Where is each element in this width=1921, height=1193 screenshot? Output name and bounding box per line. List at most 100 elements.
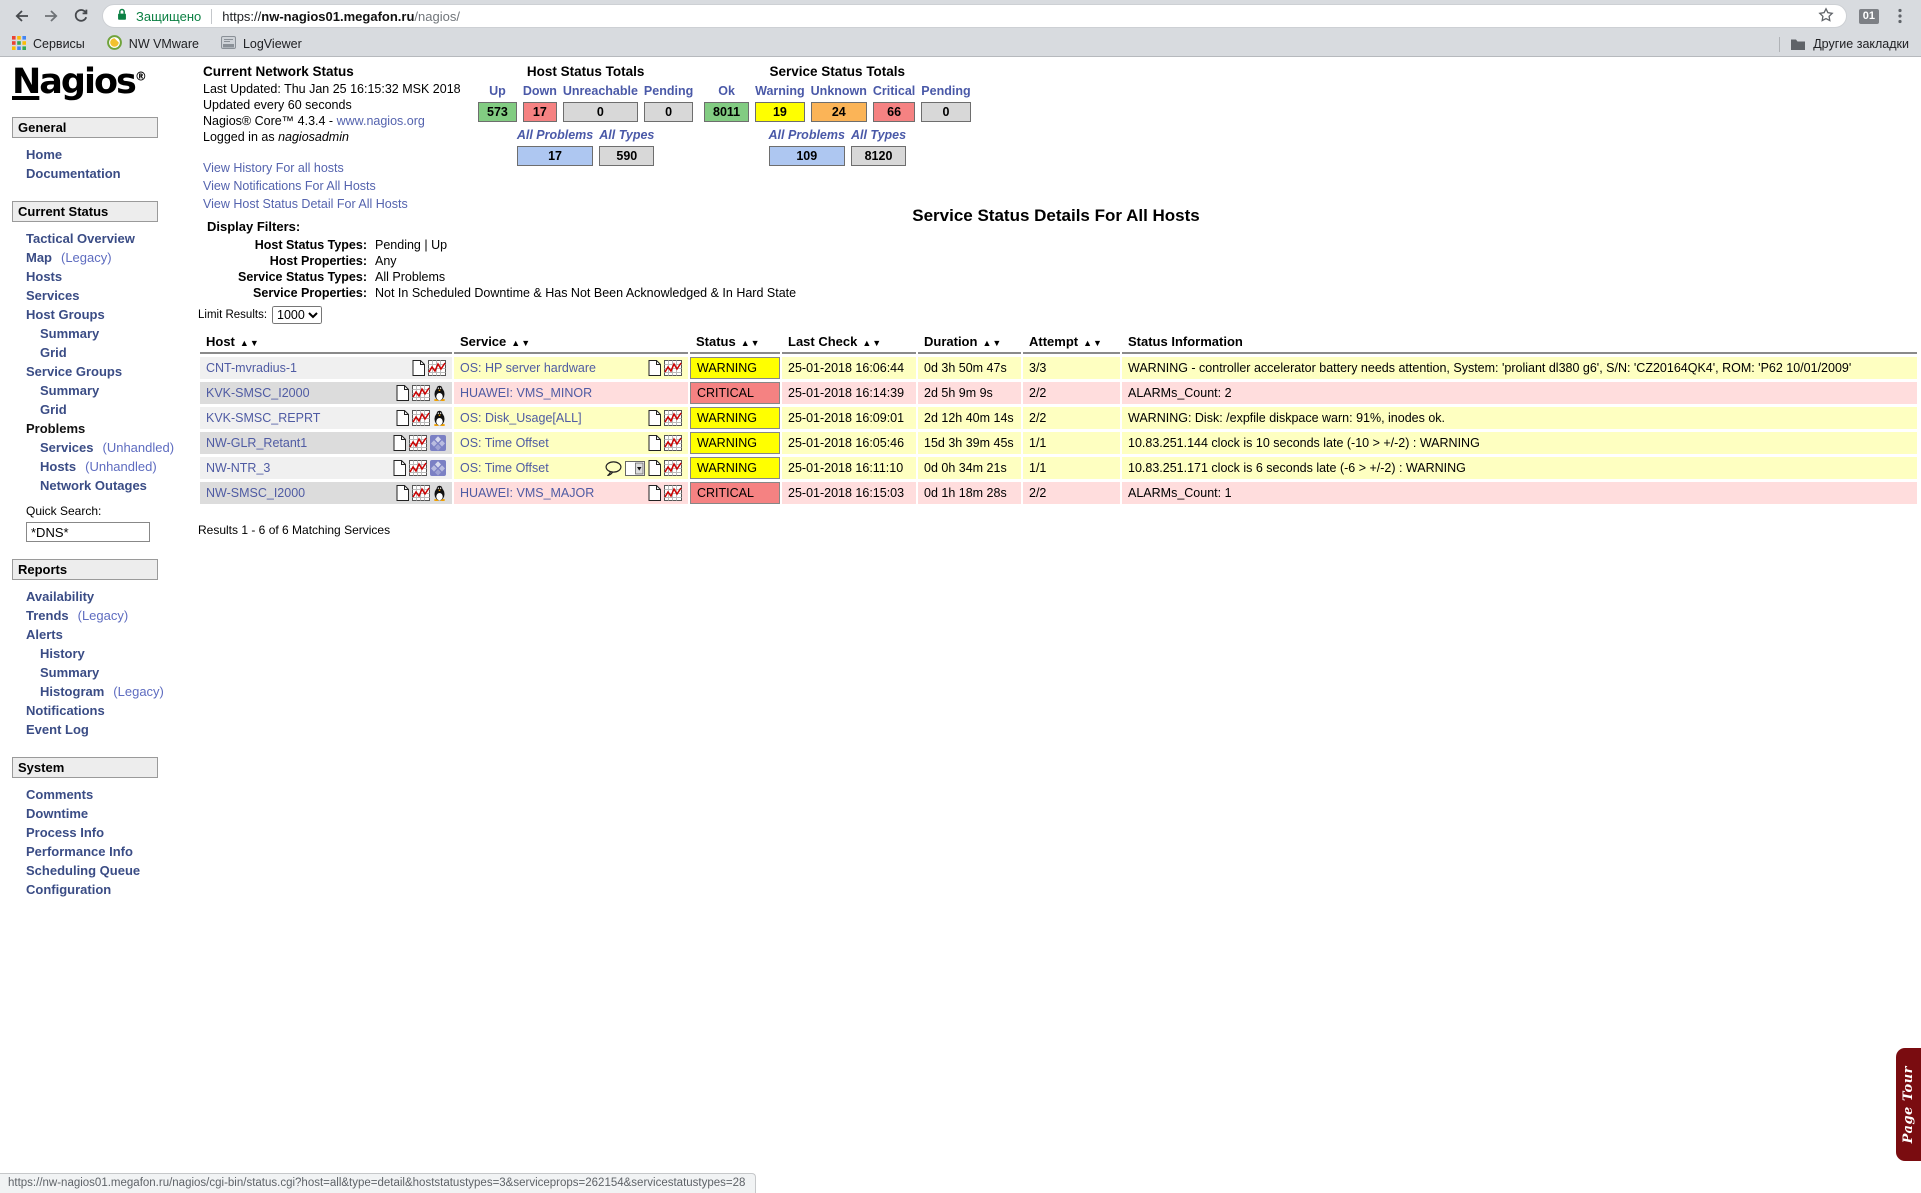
service-total-critical-count[interactable]: 66 bbox=[873, 102, 915, 122]
host-link[interactable]: KVK-SMSC_I2000 bbox=[206, 386, 310, 400]
service-all-problems-count[interactable]: 109 bbox=[769, 146, 845, 166]
service-actions-dropdown-icon[interactable] bbox=[625, 461, 645, 476]
sidebar-item-grid[interactable]: Grid bbox=[40, 402, 67, 417]
extra-notes-icon[interactable] bbox=[396, 485, 409, 501]
sidebar-item-map-legacy[interactable]: (Legacy) bbox=[61, 250, 112, 265]
service-link[interactable]: OS: Time Offset bbox=[460, 461, 549, 475]
extra-notes-icon[interactable] bbox=[396, 385, 409, 401]
comment-icon[interactable] bbox=[605, 461, 622, 476]
host-total-link-down[interactable]: Down bbox=[523, 84, 557, 98]
sidebar-item-notifications[interactable]: Notifications bbox=[26, 703, 105, 718]
sidebar-item-scheduling-queue[interactable]: Scheduling Queue bbox=[26, 863, 140, 878]
sort-asc-icon[interactable]: ▲ bbox=[1083, 338, 1093, 348]
sidebar-item-history[interactable]: History bbox=[40, 646, 85, 661]
extra-notes-icon[interactable] bbox=[648, 460, 661, 476]
sidebar-item-downtime[interactable]: Downtime bbox=[26, 806, 88, 821]
extra-notes-icon[interactable] bbox=[648, 360, 661, 376]
host-link[interactable]: CNT-mvradius-1 bbox=[206, 361, 297, 375]
sidebar-item-services[interactable]: Services bbox=[26, 288, 80, 303]
sidebar-item-home[interactable]: Home bbox=[26, 147, 62, 162]
sidebar-item-performance-info[interactable]: Performance Info bbox=[26, 844, 133, 859]
perf-graph-icon[interactable] bbox=[409, 435, 427, 451]
sidebar-item-hosts[interactable]: Hosts bbox=[40, 459, 76, 474]
view-notifications-link[interactable]: View Notifications For All Hosts bbox=[203, 179, 376, 193]
address-bar[interactable]: Защищено https://nw-nagios01.megafon.ru/… bbox=[102, 4, 1847, 28]
sidebar-item-process-info[interactable]: Process Info bbox=[26, 825, 104, 840]
sort-asc-icon[interactable]: ▲ bbox=[982, 338, 992, 348]
sidebar-item-summary[interactable]: Summary bbox=[40, 665, 99, 680]
bookmark-star-icon[interactable] bbox=[1818, 7, 1834, 26]
host-total-down-count[interactable]: 17 bbox=[523, 102, 557, 122]
sidebar-item-alerts[interactable]: Alerts bbox=[26, 627, 63, 642]
host-total-unreachable-count[interactable]: 0 bbox=[563, 102, 638, 122]
view-history-link[interactable]: View History For all hosts bbox=[203, 161, 344, 175]
service-total-warning-count[interactable]: 19 bbox=[755, 102, 805, 122]
sidebar-item-network-outages[interactable]: Network Outages bbox=[40, 478, 147, 493]
service-total-link-critical[interactable]: Critical bbox=[873, 84, 915, 98]
perf-graph-icon[interactable] bbox=[664, 360, 682, 376]
browser-menu-icon[interactable] bbox=[1891, 7, 1909, 25]
sort-asc-icon[interactable]: ▲ bbox=[511, 338, 521, 348]
extra-notes-icon[interactable] bbox=[393, 460, 406, 476]
host-total-pending-count[interactable]: 0 bbox=[644, 102, 693, 122]
sidebar-item-configuration[interactable]: Configuration bbox=[26, 882, 111, 897]
bookmark-[interactable]: Сервисы bbox=[12, 36, 85, 53]
extra-notes-icon[interactable] bbox=[648, 410, 661, 426]
host-all-types-count[interactable]: 590 bbox=[599, 146, 654, 166]
service-total-link-warning[interactable]: Warning bbox=[755, 84, 805, 98]
forward-icon[interactable] bbox=[42, 7, 60, 25]
sidebar-item-trends[interactable]: Trends bbox=[26, 608, 69, 623]
sidebar-item-availability[interactable]: Availability bbox=[26, 589, 94, 604]
sidebar-item-histogram-legacy[interactable]: (Legacy) bbox=[113, 684, 164, 699]
service-link[interactable]: OS: HP server hardware bbox=[460, 361, 596, 375]
sidebar-item-documentation[interactable]: Documentation bbox=[26, 166, 121, 181]
perf-graph-icon[interactable] bbox=[412, 485, 430, 501]
sidebar-item-hosts-unhandled[interactable]: (Unhandled) bbox=[85, 459, 157, 474]
perf-graph-icon[interactable] bbox=[428, 360, 446, 376]
service-total-link-ok[interactable]: Ok bbox=[718, 84, 735, 98]
sidebar-item-tactical-overview[interactable]: Tactical Overview bbox=[26, 231, 135, 246]
nagios-org-link[interactable]: www.nagios.org bbox=[337, 114, 425, 128]
extra-notes-icon[interactable] bbox=[396, 410, 409, 426]
host-all-problems-link[interactable]: All Problems bbox=[517, 128, 593, 142]
host-total-link-pending[interactable]: Pending bbox=[644, 84, 693, 98]
sort-asc-icon[interactable]: ▲ bbox=[240, 338, 250, 348]
sort-desc-icon[interactable]: ▼ bbox=[250, 338, 260, 348]
sidebar-item-comments[interactable]: Comments bbox=[26, 787, 93, 802]
service-total-link-pending[interactable]: Pending bbox=[921, 84, 970, 98]
service-total-link-unknown[interactable]: Unknown bbox=[811, 84, 867, 98]
service-total-pending-count[interactable]: 0 bbox=[921, 102, 970, 122]
service-all-types-count[interactable]: 8120 bbox=[851, 146, 906, 166]
host-all-types-link[interactable]: All Types bbox=[599, 128, 654, 142]
sidebar-item-grid[interactable]: Grid bbox=[40, 345, 67, 360]
sidebar-item-services-unhandled[interactable]: (Unhandled) bbox=[103, 440, 175, 455]
sidebar-item-map[interactable]: Map bbox=[26, 250, 52, 265]
sidebar-item-event-log[interactable]: Event Log bbox=[26, 722, 89, 737]
nagios-logo[interactable]: Nagios® bbox=[12, 62, 158, 102]
bookmark-nw-vmware[interactable]: NW VMware bbox=[107, 35, 199, 53]
host-link[interactable]: NW-SMSC_I2000 bbox=[206, 486, 305, 500]
sort-desc-icon[interactable]: ▼ bbox=[872, 338, 882, 348]
sort-desc-icon[interactable]: ▼ bbox=[751, 338, 761, 348]
service-all-types-link[interactable]: All Types bbox=[851, 128, 906, 142]
service-all-problems-link[interactable]: All Problems bbox=[769, 128, 845, 142]
service-link[interactable]: HUAWEI: VMS_MINOR bbox=[460, 386, 592, 400]
sidebar-item-hosts[interactable]: Hosts bbox=[26, 269, 62, 284]
service-link[interactable]: OS: Time Offset bbox=[460, 436, 549, 450]
sidebar-item-host-groups[interactable]: Host Groups bbox=[26, 307, 105, 322]
reload-icon[interactable] bbox=[72, 7, 90, 25]
perf-graph-icon[interactable] bbox=[664, 485, 682, 501]
quick-search-input[interactable] bbox=[26, 522, 150, 542]
sort-desc-icon[interactable]: ▼ bbox=[992, 338, 1002, 348]
perf-graph-icon[interactable] bbox=[412, 385, 430, 401]
service-link[interactable]: HUAWEI: VMS_MAJOR bbox=[460, 486, 594, 500]
bookmark-logviewer[interactable]: LogViewer bbox=[221, 36, 302, 52]
sort-asc-icon[interactable]: ▲ bbox=[862, 338, 872, 348]
service-link[interactable]: OS: Disk_Usage[ALL] bbox=[460, 411, 582, 425]
extra-notes-icon[interactable] bbox=[412, 360, 425, 376]
service-total-unknown-count[interactable]: 24 bbox=[811, 102, 867, 122]
sort-desc-icon[interactable]: ▼ bbox=[1093, 338, 1103, 348]
sidebar-item-service-groups[interactable]: Service Groups bbox=[26, 364, 122, 379]
sidebar-item-summary[interactable]: Summary bbox=[40, 326, 99, 341]
host-total-up-count[interactable]: 573 bbox=[478, 102, 517, 122]
